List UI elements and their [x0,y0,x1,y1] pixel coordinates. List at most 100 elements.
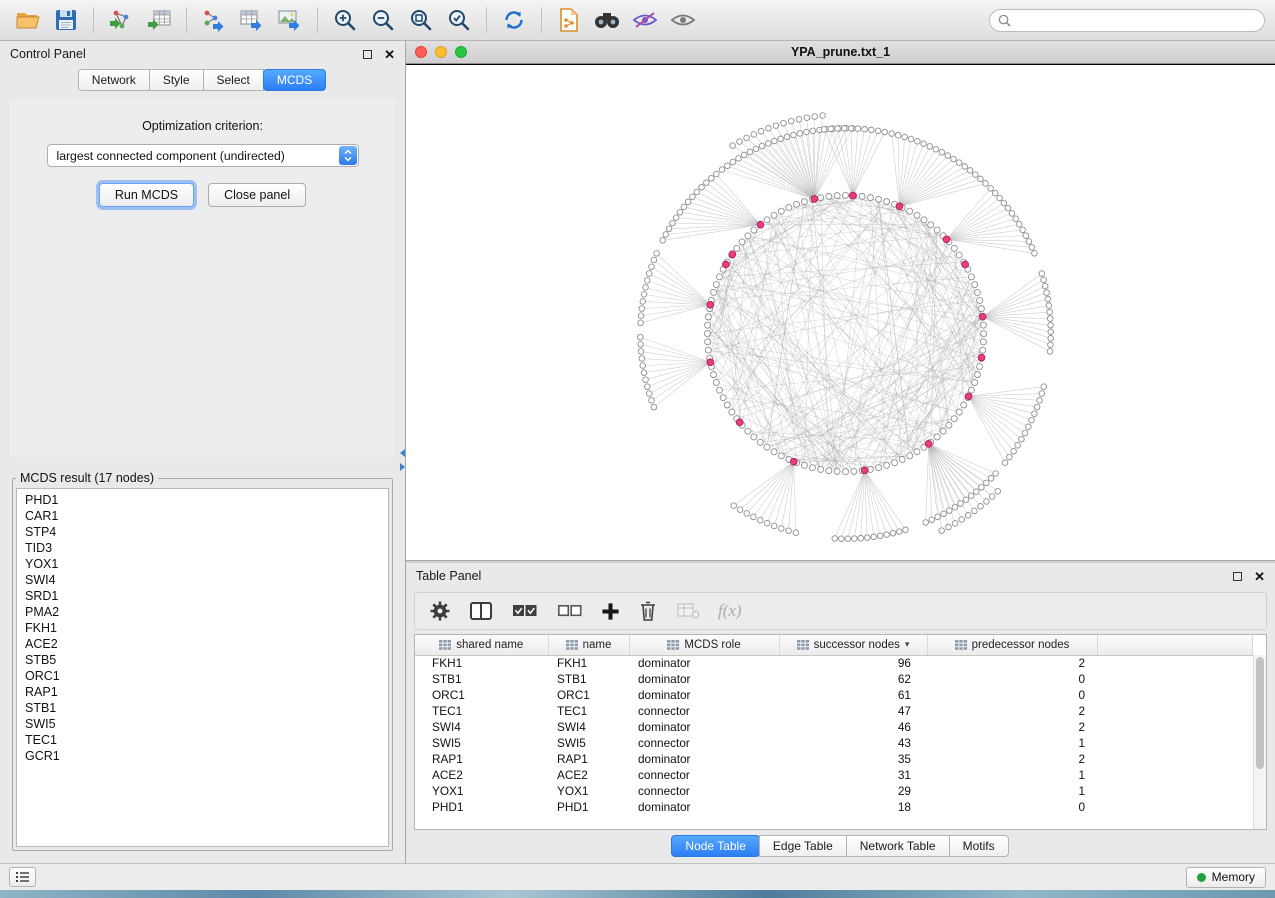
cell-mcds-role[interactable]: dominator [629,751,779,767]
cell-name[interactable]: FKH1 [548,655,629,671]
table-row[interactable]: RAP1 RAP1 dominator 35 2 [415,751,1253,767]
close-panel-icon[interactable]: ✕ [384,48,395,61]
cell-predecessor-nodes[interactable]: 2 [927,655,1097,671]
network-graph[interactable] [406,65,1275,560]
tab-mcds[interactable]: MCDS [263,69,326,91]
cell-name[interactable]: ORC1 [548,687,629,703]
column-header-name[interactable]: name [548,635,629,655]
cell-name[interactable]: STB1 [548,671,629,687]
cell-name[interactable]: ACE2 [548,767,629,783]
cell-predecessor-nodes[interactable]: 0 [927,687,1097,703]
column-header-shared-name[interactable]: shared name [415,635,548,655]
column-header-successor-nodes[interactable]: successor nodes▾ [779,635,927,655]
cell-shared-name[interactable]: YOX1 [415,783,548,799]
export-table-button[interactable] [234,4,270,36]
mcds-result-list[interactable]: PHD1CAR1STP4TID3YOX1SWI4SRD1PMA2FKH1ACE2… [16,488,389,847]
select-all-button[interactable] [511,601,538,621]
apply-layout-button[interactable] [496,4,532,36]
search-input[interactable] [1017,12,1256,28]
mcds-node-item[interactable]: GCR1 [17,748,388,764]
mcds-node-item[interactable]: PHD1 [17,492,388,508]
table-row[interactable]: ACE2 ACE2 connector 31 1 [415,767,1253,783]
status-menu-button[interactable] [9,867,36,887]
cell-successor-nodes[interactable]: 61 [779,687,927,703]
table-row[interactable]: FKH1 FKH1 dominator 96 2 [415,655,1253,671]
cell-name[interactable]: SWI4 [548,719,629,735]
cell-name[interactable]: TEC1 [548,703,629,719]
window-minimize-button[interactable] [435,46,447,58]
cell-mcds-role[interactable]: dominator [629,687,779,703]
show-graphics-details-button[interactable] [665,4,701,36]
cell-shared-name[interactable]: ORC1 [415,687,548,703]
cell-predecessor-nodes[interactable]: 2 [927,719,1097,735]
column-visibility-button[interactable] [469,601,493,621]
cell-name[interactable]: PHD1 [548,799,629,815]
cell-mcds-role[interactable]: connector [629,767,779,783]
cell-successor-nodes[interactable]: 43 [779,735,927,751]
cell-shared-name[interactable]: FKH1 [415,655,548,671]
tab-motifs[interactable]: Motifs [949,835,1009,857]
network-canvas[interactable] [406,64,1275,560]
clear-table-button[interactable] [676,602,700,620]
cell-shared-name[interactable]: TEC1 [415,703,548,719]
mcds-node-item[interactable]: ORC1 [17,668,388,684]
table-row[interactable]: SWI5 SWI5 connector 43 1 [415,735,1253,751]
zoom-in-button[interactable] [327,4,363,36]
binoculars-button[interactable] [589,4,625,36]
memory-button[interactable]: Memory [1186,867,1266,888]
sort-arrow-icon[interactable]: ▾ [905,639,910,650]
table-settings-button[interactable] [429,600,451,622]
cell-shared-name[interactable]: STB1 [415,671,548,687]
tab-network[interactable]: Network [78,69,150,91]
mcds-node-item[interactable]: TID3 [17,540,388,556]
mcds-node-item[interactable]: YOX1 [17,556,388,572]
cell-successor-nodes[interactable]: 47 [779,703,927,719]
cell-predecessor-nodes[interactable]: 0 [927,671,1097,687]
run-mcds-button[interactable]: Run MCDS [99,183,194,207]
hide-graphics-details-button[interactable] [627,4,663,36]
open-file-button[interactable] [10,4,46,36]
cell-mcds-role[interactable]: dominator [629,719,779,735]
cell-successor-nodes[interactable]: 29 [779,783,927,799]
column-header-mcds-role[interactable]: MCDS role [629,635,779,655]
cell-successor-nodes[interactable]: 96 [779,655,927,671]
cell-shared-name[interactable]: PHD1 [415,799,548,815]
table-row[interactable]: YOX1 YOX1 connector 29 1 [415,783,1253,799]
splitter-collapse-handle[interactable] [400,449,406,471]
tab-node-table[interactable]: Node Table [671,835,760,857]
save-button[interactable] [48,4,84,36]
unselect-all-button[interactable] [556,601,583,621]
document-share-button[interactable] [551,4,587,36]
cell-mcds-role[interactable]: connector [629,735,779,751]
cell-shared-name[interactable]: SWI5 [415,735,548,751]
export-image-button[interactable] [272,4,308,36]
zoom-fit-button[interactable] [403,4,439,36]
tab-edge-table[interactable]: Edge Table [759,835,847,857]
cell-shared-name[interactable]: RAP1 [415,751,548,767]
table-scrollbar-thumb[interactable] [1256,657,1264,769]
criterion-select[interactable]: largest connected component (undirected) [47,144,359,167]
function-builder-button[interactable]: f(x) [718,601,742,621]
cell-shared-name[interactable]: ACE2 [415,767,548,783]
cell-predecessor-nodes[interactable]: 2 [927,751,1097,767]
mcds-node-item[interactable]: CAR1 [17,508,388,524]
cell-predecessor-nodes[interactable]: 1 [927,735,1097,751]
cell-name[interactable]: SWI5 [548,735,629,751]
table-row[interactable]: PHD1 PHD1 dominator 18 0 [415,799,1253,815]
column-header-predecessor-nodes[interactable]: predecessor nodes [927,635,1097,655]
delete-row-button[interactable] [638,600,658,622]
network-window-titlebar[interactable]: YPA_prune.txt_1 [406,41,1275,64]
cell-predecessor-nodes[interactable]: 1 [927,767,1097,783]
cell-mcds-role[interactable]: dominator [629,671,779,687]
cell-predecessor-nodes[interactable]: 2 [927,703,1097,719]
cell-predecessor-nodes[interactable]: 0 [927,799,1097,815]
cell-successor-nodes[interactable]: 35 [779,751,927,767]
mcds-node-item[interactable]: ACE2 [17,636,388,652]
mcds-node-item[interactable]: STB1 [17,700,388,716]
cell-mcds-role[interactable]: dominator [629,799,779,815]
mcds-node-item[interactable]: STP4 [17,524,388,540]
mcds-node-item[interactable]: SWI4 [17,572,388,588]
import-network-file-button[interactable] [103,4,139,36]
export-network-button[interactable] [196,4,232,36]
window-close-button[interactable] [415,46,427,58]
